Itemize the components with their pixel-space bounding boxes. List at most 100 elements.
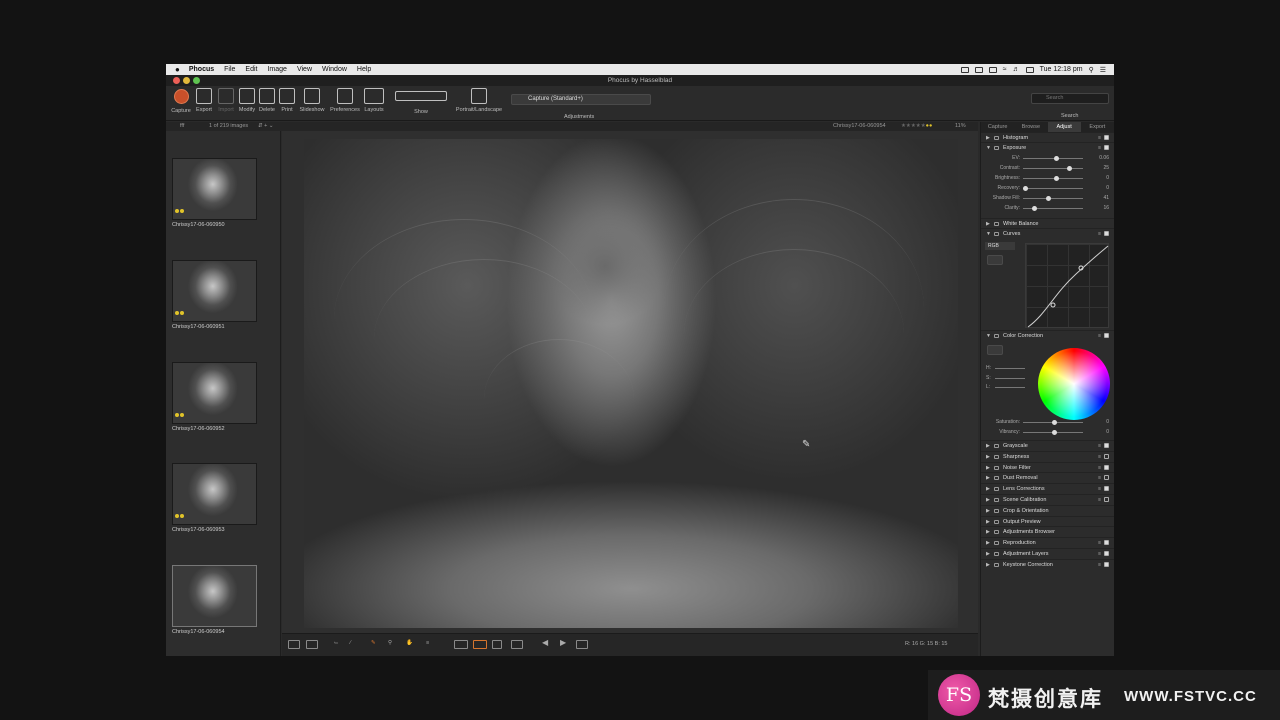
thumbnail[interactable]	[172, 260, 257, 322]
slider-knob[interactable]	[1054, 156, 1060, 161]
slider-value[interactable]: 16	[1103, 204, 1109, 213]
zoom-button[interactable]	[193, 77, 200, 84]
spotlight-icon[interactable]: ⚲	[1089, 66, 1094, 74]
slider-knob[interactable]	[1023, 186, 1028, 191]
section-scene-calibration[interactable]: ▶ Scene Calibration ≡	[981, 494, 1114, 504]
capture-button[interactable]: Capture	[170, 88, 192, 120]
slider-value[interactable]: 25	[1103, 164, 1109, 173]
section-menu-icon[interactable]: ≡	[1098, 549, 1101, 559]
section-keystone-correction[interactable]: ▶ Keystone Correction ≡	[981, 558, 1114, 569]
section-checkbox[interactable]	[1104, 475, 1109, 481]
slider-track[interactable]	[1023, 198, 1083, 199]
section-sharpness[interactable]: ▶ Sharpness ≡	[981, 450, 1114, 461]
section-grayscale[interactable]: ▶ Grayscale ≡	[981, 440, 1114, 450]
menu-help[interactable]: Help	[352, 66, 376, 73]
show-button[interactable]: Show	[394, 88, 448, 120]
hand-tool-icon[interactable]: ✋	[406, 640, 418, 649]
color-correction-slider[interactable]: Saturation: 0	[981, 418, 1114, 427]
thumbnail-selected[interactable]	[172, 565, 257, 627]
zoom-level[interactable]: 11%	[955, 122, 966, 131]
wifi-icon[interactable]: ≈	[1003, 66, 1007, 73]
section-menu-icon[interactable]: ≡	[1098, 495, 1101, 505]
crop-tool-icon[interactable]: ⌙	[334, 640, 346, 649]
import-button[interactable]: Import	[215, 88, 237, 120]
section-menu-icon[interactable]: ≡	[1098, 143, 1101, 153]
section-menu-icon[interactable]: ≡	[1098, 473, 1101, 483]
section-reproduction[interactable]: ▶ Reproduction ≡	[981, 537, 1114, 547]
section-histogram[interactable]: ▶ Histogram ≡	[981, 132, 1114, 142]
status-icon[interactable]	[960, 66, 969, 73]
section-checkbox[interactable]	[1104, 333, 1109, 338]
modify-button[interactable]: Modify	[236, 88, 258, 120]
image-viewer[interactable]: ✎	[282, 131, 978, 633]
straighten-tool-icon[interactable]: ∕	[350, 640, 362, 649]
section-menu-icon[interactable]: ≡	[1098, 538, 1101, 548]
exposure-warning-icon[interactable]	[473, 640, 487, 649]
portrait-landscape-button[interactable]: Portrait/Landscape	[453, 88, 505, 120]
tab-browse[interactable]: Browse	[1014, 122, 1047, 132]
section-menu-icon[interactable]: ≡	[1098, 331, 1101, 341]
slider-value[interactable]: 41	[1103, 194, 1109, 203]
section-menu-icon[interactable]: ≡	[1098, 463, 1101, 473]
battery-icon[interactable]	[1025, 66, 1034, 73]
menu-list-icon[interactable]: ☰	[1100, 66, 1106, 74]
section-color-correction[interactable]: ▼ Color Correction ≡	[981, 330, 1114, 340]
section-checkbox[interactable]	[1104, 453, 1109, 459]
section-curves[interactable]: ▼ Curves ≡	[981, 228, 1114, 238]
slider-value[interactable]: 0	[1106, 184, 1109, 193]
section-crop-orientation[interactable]: ▶ Crop & Orientation	[981, 504, 1114, 515]
main-photo[interactable]: ✎	[304, 139, 958, 628]
slider-value[interactable]: 0	[1106, 174, 1109, 183]
section-adjustment-layers[interactable]: ▶ Adjustment Layers ≡	[981, 548, 1114, 558]
eyedropper-tool-icon[interactable]: ✎	[371, 640, 383, 649]
slider-knob[interactable]	[1051, 430, 1057, 435]
grid-icon[interactable]	[492, 640, 502, 649]
volume-icon[interactable]: ♬	[1013, 66, 1020, 73]
exposure-slider[interactable]: Clarity: 16	[981, 204, 1114, 213]
section-checkbox[interactable]	[1104, 561, 1109, 567]
status-icon[interactable]	[974, 66, 983, 73]
section-output-preview[interactable]: ▶ Output Preview	[981, 515, 1114, 526]
slider-knob[interactable]	[1054, 176, 1060, 181]
section-checkbox[interactable]	[1104, 486, 1109, 492]
section-noise-filter[interactable]: ▶ Noise Filter ≡	[981, 461, 1114, 473]
section-dust-removal[interactable]: ▶ Dust Removal ≡	[981, 472, 1114, 482]
minimize-button[interactable]	[183, 77, 190, 84]
menu-tool-icon[interactable]: ≡	[426, 640, 438, 649]
exposure-slider[interactable]: Contrast: 25	[981, 164, 1114, 173]
loupe-icon[interactable]	[511, 640, 523, 649]
sort-icon[interactable]: ⇵ + ⌄	[258, 122, 274, 131]
exposure-slider[interactable]: Recovery: 0	[981, 184, 1114, 193]
slider-track[interactable]	[1023, 188, 1083, 189]
rating-stars[interactable]: ★★★★★●●	[901, 122, 932, 131]
color-eyedropper-icon[interactable]	[987, 345, 1003, 355]
section-adjustments-browser[interactable]: ▶ Adjustments Browser	[981, 526, 1114, 536]
slider-value[interactable]: 0	[1106, 428, 1109, 437]
thumbnail[interactable]	[172, 158, 257, 220]
slider-knob[interactable]	[1032, 206, 1038, 211]
menu-edit[interactable]: Edit	[240, 66, 262, 73]
section-checkbox[interactable]	[1104, 540, 1109, 546]
section-checkbox[interactable]	[1104, 551, 1109, 556]
section-lens-corrections[interactable]: ▶ Lens Corrections ≡	[981, 483, 1114, 493]
menu-phocus[interactable]: Phocus	[184, 66, 219, 73]
export-button[interactable]: Export	[193, 88, 215, 120]
print-button[interactable]: Print	[277, 88, 297, 120]
compare-view-icon[interactable]	[288, 640, 300, 649]
section-white-balance[interactable]: ▶ White Balance	[981, 218, 1114, 228]
color-wheel[interactable]	[1038, 348, 1110, 420]
color-correction-slider[interactable]: Vibrancy: 0	[981, 428, 1114, 437]
section-menu-icon[interactable]: ≡	[1098, 441, 1101, 451]
curves-channel-select[interactable]: RGB	[985, 242, 1015, 250]
zoom-tool-icon[interactable]: ⚲	[388, 640, 400, 649]
previous-image-icon[interactable]: ◀	[542, 638, 554, 647]
section-checkbox[interactable]	[1104, 443, 1109, 448]
status-icon[interactable]	[988, 66, 997, 73]
adjustments-preset-select[interactable]: Capture (Standard+)	[511, 94, 651, 105]
curves-eyedropper-icon[interactable]	[987, 255, 1003, 265]
search-input[interactable]: Search	[1031, 93, 1109, 104]
single-view-icon[interactable]	[306, 640, 318, 649]
slider-track[interactable]	[1023, 168, 1083, 169]
curves-graph[interactable]	[1025, 243, 1109, 328]
preferences-button[interactable]: Preferences	[328, 88, 362, 120]
